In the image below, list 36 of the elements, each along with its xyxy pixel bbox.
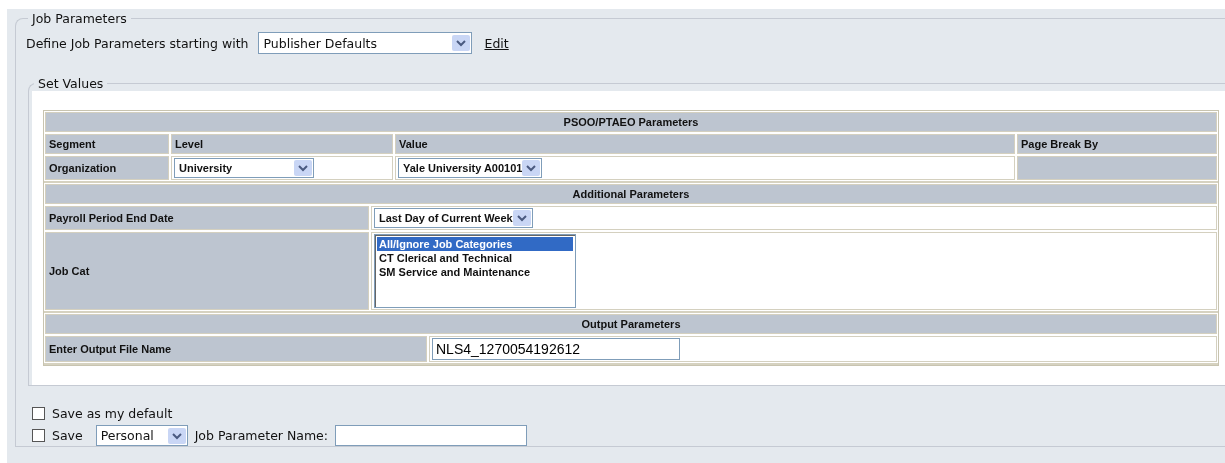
checkbox-label: Save as my default <box>52 406 173 421</box>
category-listbox[interactable]: All/Ignore Job Categories CT Clerical and Technical SM Service and Maintenance <box>374 234 576 308</box>
caret-icon <box>294 160 312 176</box>
file-name-field[interactable]: NLS4_1270054192612 <box>432 338 680 360</box>
table-header: Additional Parameters <box>45 184 1217 204</box>
column-header: Level <box>171 134 393 154</box>
table-cell: Job Cat <box>45 232 369 310</box>
column-header: Page Break By <box>1017 134 1217 154</box>
define-label: Define Job Parameters starting with <box>26 35 249 51</box>
checkbox-label: Save <box>52 428 83 443</box>
list-option[interactable]: All/Ignore Job Categories <box>377 237 573 251</box>
column-header: Segment <box>45 134 169 154</box>
level-dropdown[interactable]: University <box>174 158 314 178</box>
checkbox[interactable] <box>32 407 45 420</box>
period-dropdown[interactable]: Last Day of Current Week <box>374 208 533 228</box>
list-option[interactable]: CT Clerical and Technical <box>377 251 573 265</box>
name-field[interactable] <box>335 425 528 446</box>
caret-icon <box>167 427 186 444</box>
defaults-dropdown[interactable]: Publisher Defaults <box>258 32 473 54</box>
table-cell: Payroll Period End Date <box>45 206 369 230</box>
field-label: Job Parameter Name: <box>194 428 329 443</box>
edit-link[interactable]: Edit <box>484 35 509 51</box>
table-cell: Enter Output File Name <box>45 336 427 362</box>
column-header: Value <box>395 134 1015 154</box>
section-legend: Set Values <box>34 76 108 91</box>
section-legend: Job Parameters <box>28 11 131 26</box>
caret-icon <box>522 160 541 176</box>
caret-icon <box>452 35 471 51</box>
scope-dropdown[interactable]: Personal <box>95 425 188 446</box>
caret-icon <box>512 210 531 226</box>
value-dropdown[interactable]: Yale University A00101 <box>398 158 543 178</box>
table-header: PSOO/PTAEO Parameters <box>45 112 1217 132</box>
table-cell: Organization <box>45 156 169 180</box>
list-option[interactable]: SM Service and Maintenance <box>377 265 573 279</box>
checkbox[interactable] <box>32 429 45 442</box>
table-header: Output Parameters <box>45 314 1217 334</box>
